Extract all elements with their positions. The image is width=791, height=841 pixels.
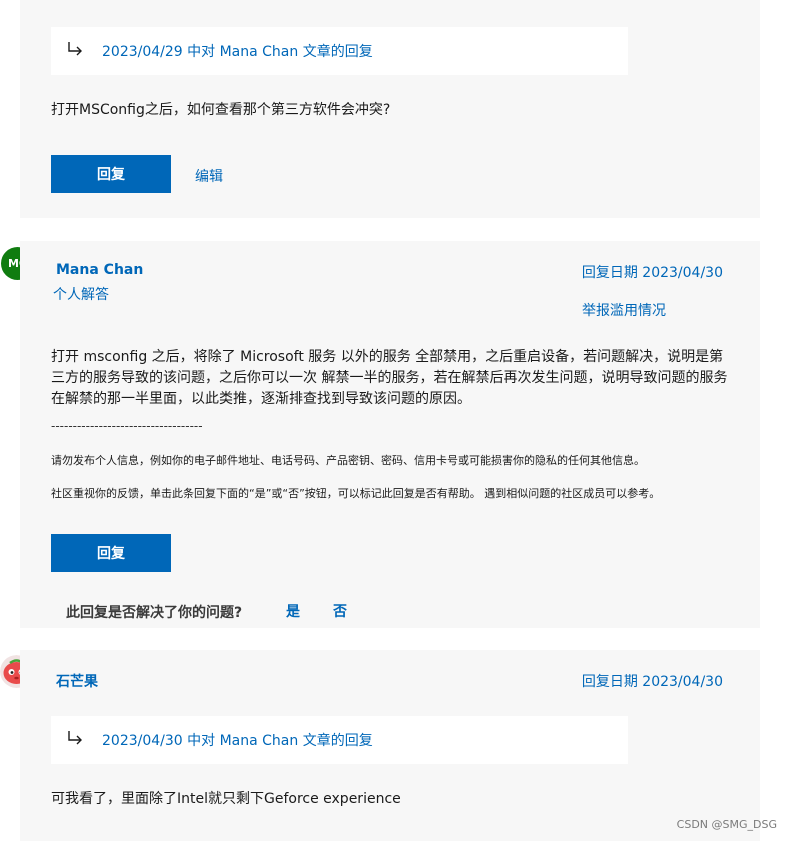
- helpful-no-button[interactable]: 否: [333, 601, 347, 621]
- reply-card-3: 石芒果 回复日期 2023/04/30 2023/04/30 中对 Mana C…: [20, 650, 760, 841]
- quoted-reply-box: 2023/04/29 中对 Mana Chan 文章的回复: [51, 27, 628, 75]
- role-badge: 个人解答: [53, 287, 109, 303]
- reply-body: 打开 msconfig 之后，将除了 Microsoft 服务 以外的服务 全部…: [51, 349, 728, 407]
- quoted-reply-box: 2023/04/30 中对 Mana Chan 文章的回复: [51, 716, 628, 764]
- helpful-question: 此回复是否解决了你的问题?: [66, 605, 243, 621]
- reply-body: 可我看了，里面除了Intel就只剩下Geforce experience: [51, 791, 401, 807]
- watermark: CSDN @SMG_DSG: [676, 818, 777, 831]
- author-name[interactable]: 石芒果: [56, 671, 98, 691]
- quoted-reply-link[interactable]: 2023/04/30 中对 Mana Chan 文章的回复: [102, 730, 373, 750]
- feedback-notice: 社区重视你的反馈，单击此条回复下面的“是”或“否”按钮，可以标记此回复是否有帮助…: [51, 487, 661, 500]
- reply-card-2: Mana Chan 个人解答 回复日期 2023/04/30 举报滥用情况 打开…: [20, 241, 760, 628]
- edit-link[interactable]: 编辑: [195, 166, 223, 186]
- reply-card-1: 2023/04/29 中对 Mana Chan 文章的回复 打开MSConfig…: [20, 0, 760, 218]
- reply-date: 回复日期 2023/04/30: [581, 265, 723, 281]
- divider-line: -----------------------------------: [51, 419, 203, 433]
- reply-button[interactable]: 回复: [51, 155, 171, 193]
- quoted-reply-link[interactable]: 2023/04/29 中对 Mana Chan 文章的回复: [102, 41, 373, 61]
- helpful-yes-button[interactable]: 是: [286, 601, 300, 621]
- reply-arrow-icon: [68, 731, 82, 745]
- reply-date: 回复日期 2023/04/30: [581, 674, 723, 690]
- reply-arrow-icon: [68, 42, 82, 56]
- privacy-notice: 请勿发布个人信息，例如你的电子邮件地址、电话号码、产品密钥、密码、信用卡号或可能…: [51, 454, 645, 467]
- reply-body: 打开MSConfig之后，如何查看那个第三方软件会冲突?: [51, 102, 391, 118]
- author-name[interactable]: Mana Chan: [56, 262, 143, 278]
- reply-button[interactable]: 回复: [51, 534, 171, 572]
- report-abuse-link[interactable]: 举报滥用情况: [582, 300, 666, 320]
